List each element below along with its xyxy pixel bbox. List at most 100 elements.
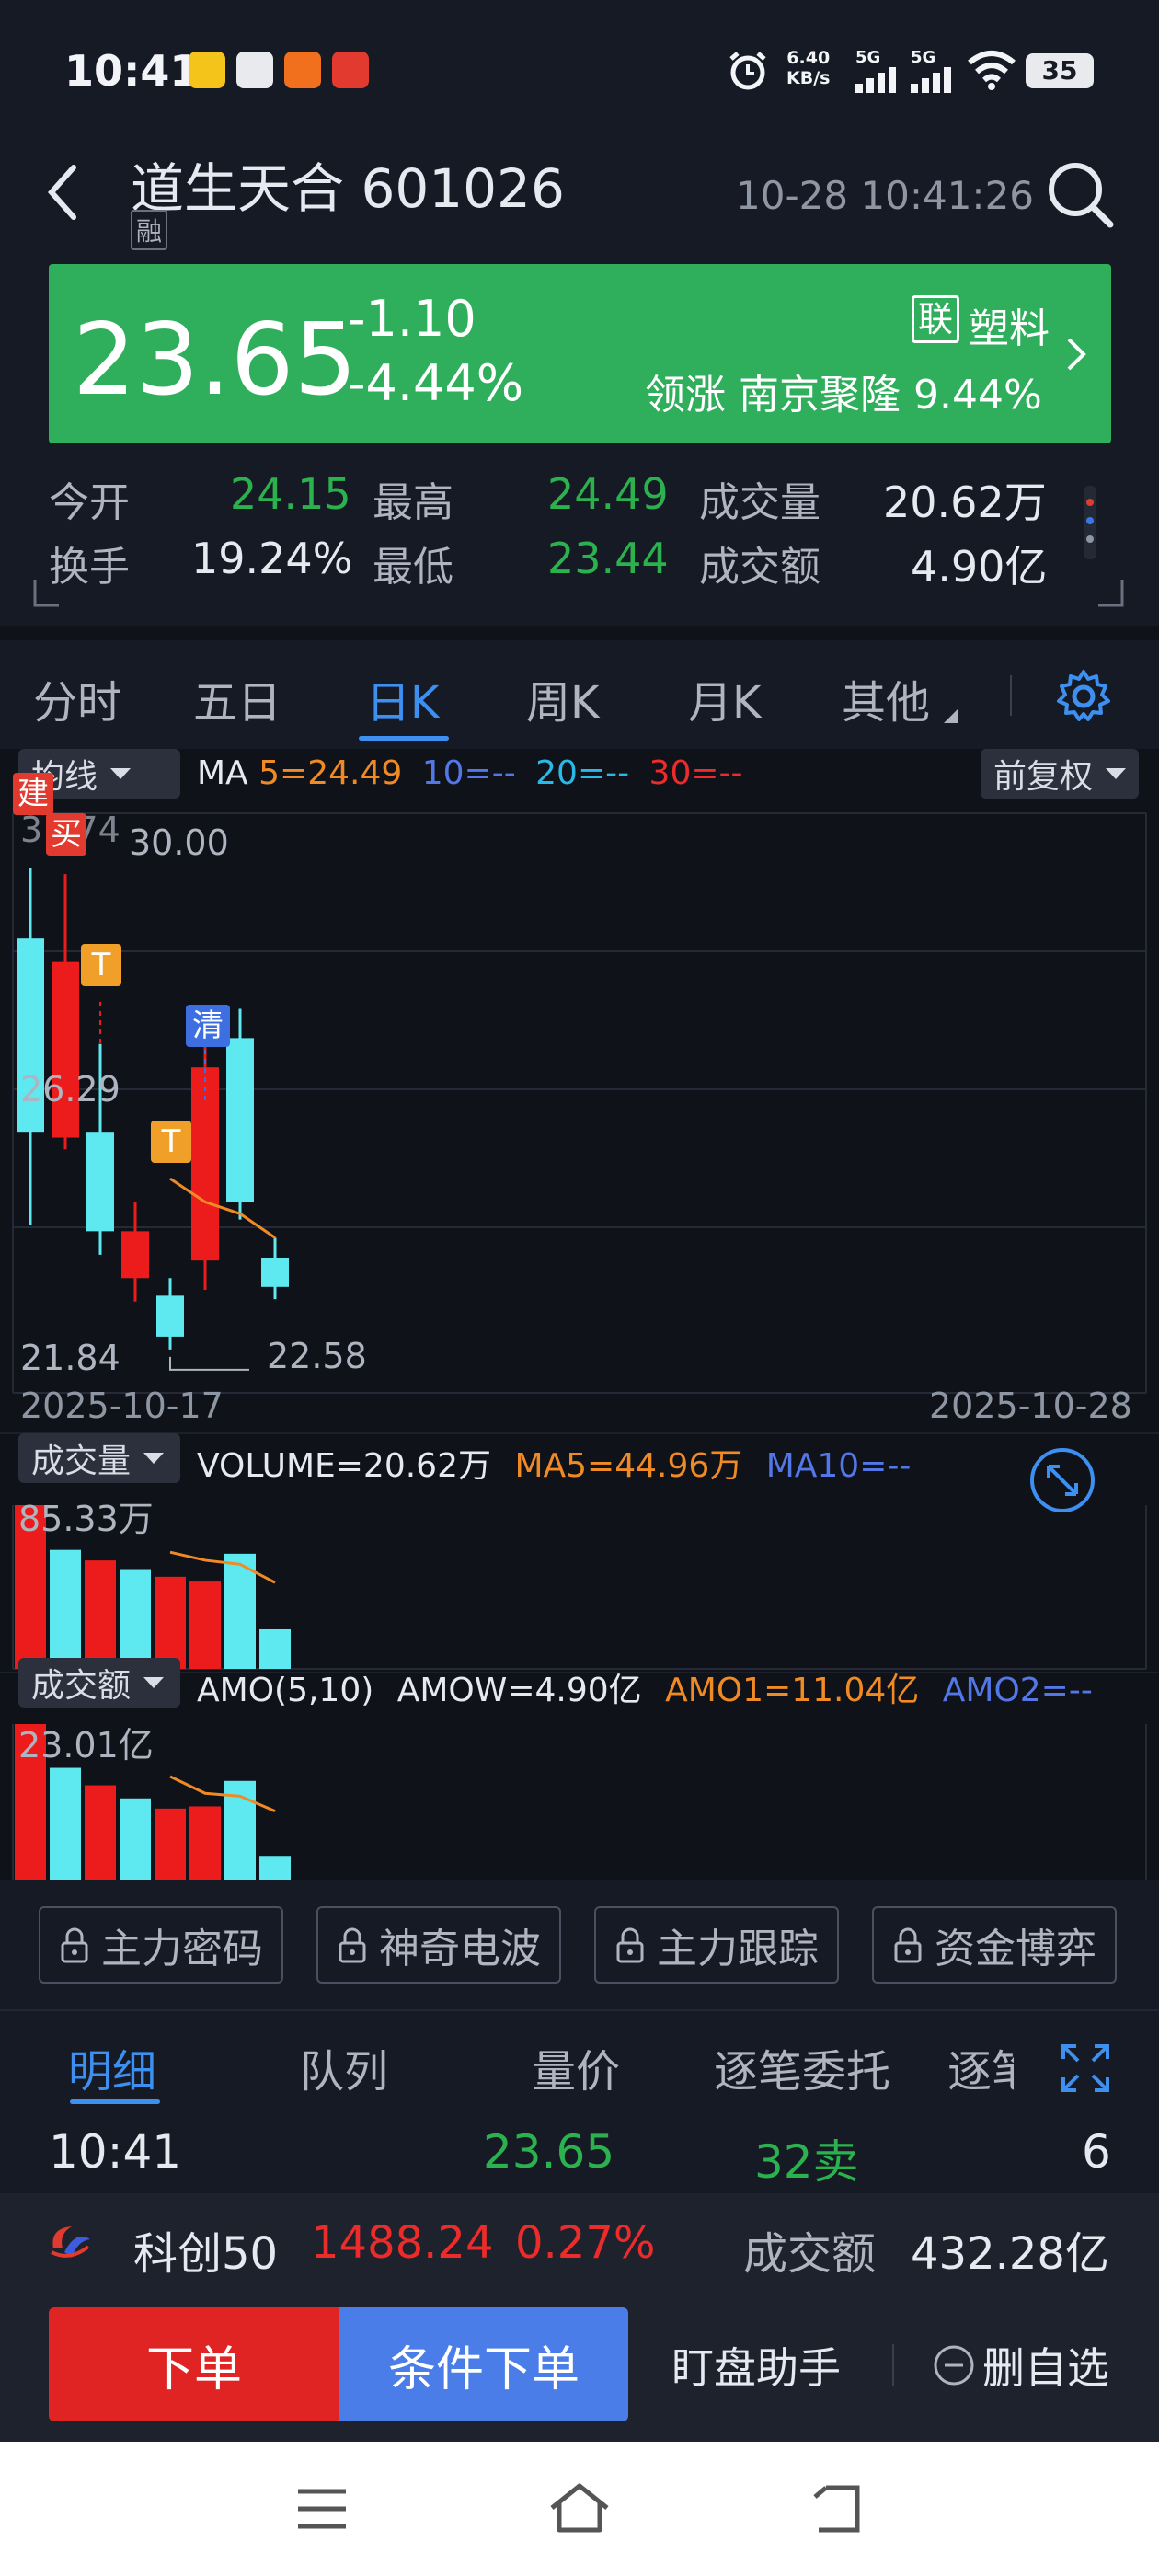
volume-dropdown[interactable]: 成交量 bbox=[18, 1433, 180, 1483]
amount-amo1: AMO1=11.04亿 bbox=[665, 1672, 920, 1709]
amount-bar bbox=[259, 1856, 291, 1880]
amount-amo2: AMO2=-- bbox=[942, 1672, 1093, 1709]
amount-bar bbox=[155, 1808, 186, 1880]
chart-area: 均线 MA 5=24.49 10=-- 20=-- 30=-- 前复权 31.7… bbox=[0, 749, 1159, 1880]
candle-body bbox=[86, 1132, 114, 1232]
app-icon-red bbox=[332, 52, 369, 88]
volume-bar bbox=[155, 1576, 186, 1669]
candle-body bbox=[226, 1038, 254, 1202]
amount-legend: AMO(5,10) AMOW=4.90亿 AMO1=11.04亿 AMO2=-- bbox=[197, 1663, 1093, 1711]
app-icon-orange bbox=[284, 52, 321, 88]
index-amount: 432.28亿 bbox=[911, 2228, 1109, 2280]
expand-diagonal-icon[interactable] bbox=[1028, 1446, 1096, 1518]
chevron-right-icon[interactable] bbox=[1065, 336, 1087, 376]
turnover-value: 19.24% bbox=[191, 534, 353, 583]
volume-legend: VOLUME=20.62万 MA5=44.96万 MA10=-- bbox=[197, 1439, 911, 1487]
candle-body bbox=[121, 1231, 149, 1279]
back-nav-icon[interactable] bbox=[809, 2484, 865, 2537]
more-dots-icon[interactable] bbox=[1084, 486, 1096, 559]
amount-dropdown[interactable]: 成交额 bbox=[18, 1658, 180, 1708]
locked-features: 主力密码 神奇电波 主力跟踪 资金博弈 bbox=[0, 1880, 1159, 2009]
price-label-30: 30.00 bbox=[129, 822, 229, 863]
subtab-tick-label: 逐笔 bbox=[947, 2046, 1014, 2098]
battery-icon: 35 bbox=[1026, 53, 1094, 88]
adjust-dropdown[interactable]: 前复权 bbox=[981, 749, 1139, 799]
fullscreen-expand-icon[interactable] bbox=[1060, 2042, 1111, 2098]
stock-title: 道生天合 601026 bbox=[131, 145, 565, 223]
trade-volume: 32卖 bbox=[754, 2135, 859, 2189]
price-label-mid: 26.29 bbox=[20, 1069, 120, 1110]
index-bar[interactable]: 科创50 1488.24 0.27% 成交额 432.28亿 bbox=[0, 2193, 1159, 2294]
ma30-value: 30=-- bbox=[648, 754, 743, 792]
trade-time: 10:41 bbox=[49, 2125, 182, 2179]
subtab-queue[interactable]: 队列 bbox=[300, 2035, 388, 2099]
tab-other[interactable]: 其他 bbox=[842, 666, 930, 730]
tab-daily-k[interactable]: 日K bbox=[366, 666, 439, 730]
index-pct: 0.27% bbox=[515, 2217, 656, 2269]
remove-watchlist-button[interactable]: 删自选 bbox=[933, 2335, 1109, 2396]
amount-bar bbox=[120, 1798, 151, 1880]
app-icons bbox=[189, 52, 369, 88]
price-change-pct: -4.44% bbox=[348, 354, 524, 412]
min-price-bracket bbox=[169, 1356, 249, 1371]
tab-5day[interactable]: 五日 bbox=[193, 666, 281, 730]
lock-btn-label: 主力跟踪 bbox=[657, 1926, 819, 1972]
conditional-order-button[interactable]: 条件下单 bbox=[339, 2307, 628, 2421]
lock-btn-fund-game[interactable]: 资金博弈 bbox=[872, 1906, 1117, 1984]
amount-ma-line bbox=[169, 1775, 276, 1813]
menu-icon[interactable] bbox=[296, 2488, 348, 2534]
lock-btn-magic-wave[interactable]: 神奇电波 bbox=[316, 1906, 561, 1984]
separator bbox=[0, 626, 1159, 640]
sector-tag: 联 bbox=[912, 295, 960, 343]
subtab-volume-price[interactable]: 量价 bbox=[532, 2035, 620, 2099]
volume-bar bbox=[189, 1581, 221, 1669]
quote-datetime: 10-28 10:41:26 bbox=[736, 173, 1035, 218]
date-end: 2025-10-28 bbox=[929, 1386, 1132, 1426]
settings-gear-icon[interactable] bbox=[1053, 666, 1114, 730]
order-button[interactable]: 下单 bbox=[49, 2307, 339, 2421]
home-icon[interactable] bbox=[548, 2482, 611, 2537]
trade-count: 6 bbox=[1082, 2125, 1111, 2179]
subtab-tick-cut[interactable]: 逐笔 bbox=[947, 2035, 1014, 2099]
amount-bar bbox=[85, 1785, 116, 1880]
price-banner[interactable]: 23.65 -1.10 -4.44% 联 塑料 领涨 南京聚隆 9.44% bbox=[49, 264, 1111, 443]
low-value: 23.44 bbox=[547, 534, 669, 583]
conditional-order-label: 条件下单 bbox=[387, 2341, 580, 2398]
margin-tag: 融 bbox=[131, 210, 168, 250]
tab-divider bbox=[1010, 675, 1012, 716]
tab-monthly-k[interactable]: 月K bbox=[688, 666, 761, 730]
kline-chart[interactable] bbox=[0, 804, 1159, 1880]
minus-circle-icon bbox=[934, 2345, 974, 2386]
lock-btn-main-code[interactable]: 主力密码 bbox=[39, 1906, 283, 1984]
status-bar: 10:41 6.40 KB/s 5G 5G 35 bbox=[0, 0, 1159, 138]
price-label-low: 21.84 bbox=[20, 1338, 120, 1378]
marker-t2: T bbox=[151, 1121, 191, 1163]
candle-body bbox=[52, 961, 79, 1138]
ma5-line bbox=[169, 1177, 276, 1239]
subtab-detail[interactable]: 明细 bbox=[68, 2035, 156, 2099]
lock-btn-label: 主力密码 bbox=[101, 1926, 263, 1972]
back-icon[interactable] bbox=[44, 160, 81, 228]
lock-icon bbox=[894, 1927, 922, 1963]
volume-max-label: 85.33万 bbox=[18, 1499, 154, 1539]
chevron-down-icon bbox=[143, 1677, 165, 1688]
net-speed: 6.40 KB/s bbox=[786, 48, 830, 88]
lock-btn-main-track[interactable]: 主力跟踪 bbox=[594, 1906, 839, 1984]
signal-bars-icon bbox=[855, 67, 896, 93]
tab-intraday[interactable]: 分时 bbox=[33, 666, 121, 730]
lock-btn-label: 资金博弈 bbox=[935, 1926, 1096, 1972]
lock-icon bbox=[339, 1927, 366, 1963]
stock-code: 601026 bbox=[361, 157, 565, 220]
watch-assistant-button[interactable]: 盯盘助手 bbox=[671, 2335, 841, 2396]
high-label: 最高 bbox=[373, 479, 453, 526]
marker-mai: 买 bbox=[46, 813, 86, 856]
stock-header: 道生天合 601026 融 10-28 10:41:26 bbox=[0, 138, 1159, 258]
order-button-label: 下单 bbox=[145, 2341, 242, 2398]
signal-bars-icon bbox=[911, 67, 951, 93]
tab-weekly-k[interactable]: 周K bbox=[526, 666, 599, 730]
remove-watchlist-label: 删自选 bbox=[982, 2343, 1109, 2393]
chevron-down-icon bbox=[143, 1453, 165, 1464]
subtab-tick-order[interactable]: 逐笔委托 bbox=[714, 2035, 890, 2099]
search-icon[interactable] bbox=[1044, 158, 1118, 236]
lock-icon bbox=[616, 1927, 644, 1963]
